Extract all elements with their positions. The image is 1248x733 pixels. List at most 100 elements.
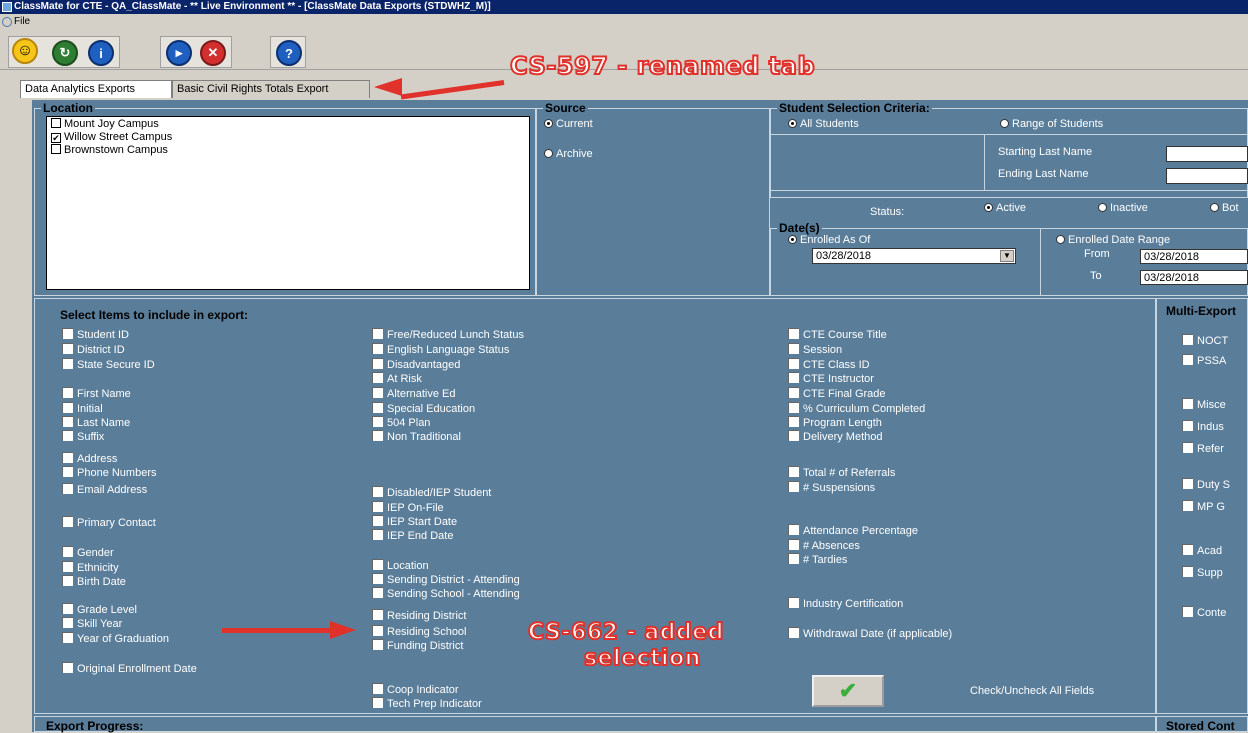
item-checkbox[interactable]: Primary Contact — [62, 516, 156, 530]
item-checkbox[interactable]: State Secure ID — [62, 358, 155, 372]
item-checkbox[interactable]: CTE Class ID — [788, 358, 870, 372]
multi-item-checkbox[interactable]: NOCT — [1182, 334, 1228, 348]
menu-file[interactable]: File — [14, 16, 30, 27]
item-checkbox[interactable]: Withdrawal Date (if applicable) — [788, 627, 952, 641]
item-checkbox[interactable]: Disabled/IEP Student — [372, 486, 491, 500]
location-item[interactable]: ✔ Willow Street Campus — [51, 131, 172, 144]
all-students-radio[interactable]: All Students — [788, 118, 859, 131]
checked-checkbox-icon[interactable]: ✔ — [51, 133, 61, 143]
ending-last-name-input[interactable] — [1166, 168, 1248, 184]
multi-item-checkbox[interactable]: Acad — [1182, 544, 1222, 558]
radio-icon[interactable] — [1098, 203, 1107, 212]
item-checkbox[interactable]: Ethnicity — [62, 561, 119, 575]
item-checkbox[interactable]: Non Traditional — [372, 430, 461, 444]
item-checkbox[interactable]: CTE Course Title — [788, 328, 887, 342]
item-checkbox[interactable]: Residing District — [372, 609, 466, 623]
item-checkbox[interactable]: Industry Certification — [788, 597, 903, 611]
run-icon[interactable]: ▸ — [166, 40, 192, 66]
checkbox-icon[interactable] — [51, 144, 61, 154]
item-checkbox[interactable]: First Name — [62, 387, 131, 401]
item-checkbox[interactable]: Special Education — [372, 402, 475, 416]
enrolled-as-of-dropdown[interactable]: 03/28/2018 ▼ — [812, 248, 1016, 264]
cancel-icon[interactable]: ✕ — [200, 40, 226, 66]
tab-civil-rights[interactable]: Basic Civil Rights Totals Export — [172, 80, 370, 98]
item-checkbox[interactable]: Student ID — [62, 328, 129, 342]
item-checkbox[interactable]: Birth Date — [62, 575, 126, 589]
item-checkbox[interactable]: # Absences — [788, 539, 860, 553]
source-current-radio[interactable]: Current — [544, 118, 593, 131]
item-checkbox[interactable]: Email Address — [62, 483, 147, 497]
item-checkbox[interactable]: Funding District — [372, 639, 463, 653]
item-checkbox[interactable]: CTE Final Grade — [788, 387, 886, 401]
item-checkbox[interactable]: Last Name — [62, 416, 130, 430]
radio-icon[interactable] — [544, 149, 553, 158]
status-active-radio[interactable]: Active — [984, 202, 1026, 215]
tab-data-analytics[interactable]: Data Analytics Exports — [20, 80, 172, 98]
item-checkbox[interactable]: Sending School - Attending — [372, 587, 520, 601]
item-checkbox[interactable]: Suffix — [62, 430, 104, 444]
range-students-radio[interactable]: Range of Students — [1000, 118, 1103, 131]
item-checkbox[interactable]: IEP On-File — [372, 501, 444, 515]
item-checkbox[interactable]: Session — [788, 343, 842, 357]
multi-item-checkbox[interactable]: Refer — [1182, 442, 1224, 456]
item-checkbox[interactable]: CTE Instructor — [788, 372, 874, 386]
item-checkbox[interactable]: Residing School — [372, 625, 467, 639]
item-checkbox[interactable]: Year of Graduation — [62, 632, 169, 646]
location-item[interactable]: Brownstown Campus — [51, 144, 168, 157]
radio-icon[interactable] — [1056, 235, 1065, 244]
smiley-icon[interactable]: ☺ — [12, 38, 38, 64]
item-checkbox[interactable]: Location — [372, 559, 429, 573]
item-checkbox[interactable]: IEP Start Date — [372, 515, 457, 529]
multi-item-checkbox[interactable]: Duty S — [1182, 478, 1230, 492]
multi-item-checkbox[interactable]: Supp — [1182, 566, 1223, 580]
multi-item-checkbox[interactable]: Indus — [1182, 420, 1224, 434]
refresh-icon[interactable]: ↻ — [52, 40, 78, 66]
item-checkbox[interactable]: Attendance Percentage — [788, 524, 918, 538]
item-checkbox[interactable]: Tech Prep Indicator — [372, 697, 482, 711]
source-archive-radio[interactable]: Archive — [544, 148, 593, 161]
item-checkbox[interactable]: Phone Numbers — [62, 466, 157, 480]
item-checkbox[interactable]: # Tardies — [788, 553, 847, 567]
item-checkbox[interactable]: Sending District - Attending — [372, 573, 520, 587]
item-checkbox[interactable]: Gender — [62, 546, 114, 560]
multi-item-checkbox[interactable]: PSSA — [1182, 354, 1226, 368]
item-checkbox[interactable]: Grade Level — [62, 603, 137, 617]
radio-icon[interactable] — [1210, 203, 1219, 212]
check-all-button[interactable]: ✔ — [812, 675, 884, 707]
radio-selected-icon[interactable] — [788, 235, 797, 244]
item-checkbox[interactable]: Disadvantaged — [372, 358, 460, 372]
item-checkbox[interactable]: 504 Plan — [372, 416, 430, 430]
from-date-input[interactable]: 03/28/2018 — [1140, 249, 1248, 264]
item-checkbox[interactable]: Delivery Method — [788, 430, 882, 444]
radio-selected-icon[interactable] — [984, 203, 993, 212]
item-checkbox[interactable]: # Suspensions — [788, 481, 875, 495]
item-checkbox[interactable]: Address — [62, 452, 117, 466]
chevron-down-icon[interactable]: ▼ — [1000, 250, 1014, 262]
item-checkbox[interactable]: Total # of Referrals — [788, 466, 895, 480]
enrolled-range-radio[interactable]: Enrolled Date Range — [1056, 234, 1170, 247]
multi-item-checkbox[interactable]: Misce — [1182, 398, 1226, 412]
item-checkbox[interactable]: At Risk — [372, 372, 422, 386]
info-icon[interactable]: i — [88, 40, 114, 66]
enrolled-as-of-radio[interactable]: Enrolled As Of — [788, 234, 870, 247]
item-checkbox[interactable]: District ID — [62, 343, 125, 357]
multi-item-checkbox[interactable]: MP G — [1182, 500, 1225, 514]
radio-selected-icon[interactable] — [544, 119, 553, 128]
item-checkbox[interactable]: Coop Indicator — [372, 683, 459, 697]
radio-icon[interactable] — [1000, 119, 1009, 128]
item-checkbox[interactable]: Free/Reduced Lunch Status — [372, 328, 524, 342]
help-icon[interactable]: ? — [276, 40, 302, 66]
item-checkbox[interactable]: Program Length — [788, 416, 882, 430]
multi-item-checkbox[interactable]: Conte — [1182, 606, 1226, 620]
item-checkbox[interactable]: Initial — [62, 402, 103, 416]
item-checkbox[interactable]: Alternative Ed — [372, 387, 455, 401]
item-checkbox[interactable]: IEP End Date — [372, 529, 453, 543]
to-date-input[interactable]: 03/28/2018 — [1140, 270, 1248, 285]
starting-last-name-input[interactable] — [1166, 146, 1248, 162]
location-list[interactable]: Mount Joy Campus ✔ Willow Street Campus B… — [46, 116, 530, 290]
location-item[interactable]: Mount Joy Campus — [51, 118, 159, 131]
item-checkbox[interactable]: Original Enrollment Date — [62, 662, 197, 676]
status-inactive-radio[interactable]: Inactive — [1098, 202, 1148, 215]
item-checkbox[interactable]: English Language Status — [372, 343, 509, 357]
checkbox-icon[interactable] — [51, 118, 61, 128]
